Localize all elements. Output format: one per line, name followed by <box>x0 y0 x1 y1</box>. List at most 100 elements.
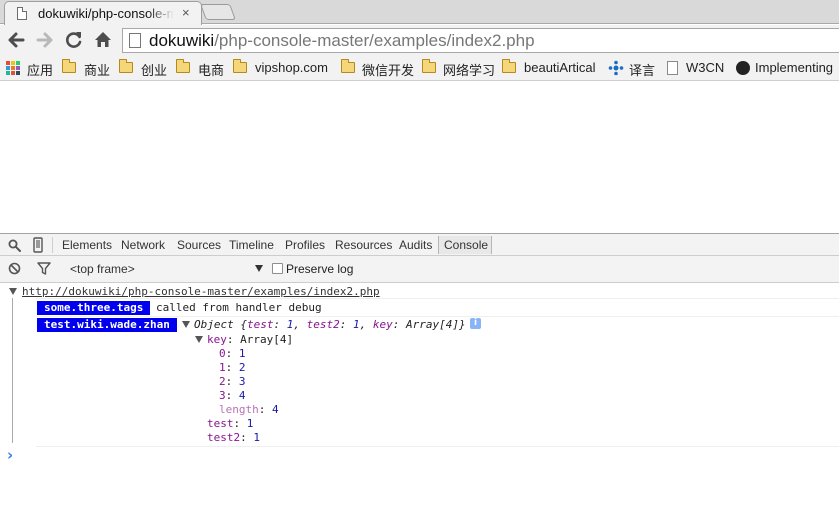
address-bar[interactable]: dokuwiki/php-console-master/examples/ind… <box>122 28 839 53</box>
info-icon[interactable]: i <box>470 318 481 329</box>
tab-elements[interactable]: Elements <box>62 238 112 252</box>
prop-value: 1 <box>246 417 254 430</box>
clear-console-icon[interactable] <box>8 262 21 275</box>
log-tag: some.three.tags <box>37 301 151 315</box>
console-output[interactable]: http://dokuwiki/php-console-master/examp… <box>0 284 839 505</box>
array-item: 0: 1 <box>219 347 246 360</box>
tree-sep: : <box>225 375 239 388</box>
bookmark-label: 应用 <box>27 63 54 78</box>
object-brace-open: { <box>240 318 247 331</box>
array-item: 3: 4 <box>219 389 246 402</box>
tab-timeline[interactable]: Timeline <box>229 238 274 252</box>
prop-name: test <box>207 417 234 430</box>
object-brace-close: } <box>458 318 466 331</box>
object-preview[interactable]: Object {test: 1, test2: 1, key: Array[4]… <box>194 318 466 331</box>
preview-key: test <box>246 318 274 331</box>
inspect-search-icon[interactable] <box>8 239 21 252</box>
array-value: 3 <box>238 375 246 388</box>
preview-key: key <box>372 318 393 331</box>
folder-icon <box>341 59 355 73</box>
browser-tab[interactable]: dokuwiki/php-console-master/examples/ind… <box>4 1 202 25</box>
tab-network[interactable]: Network <box>121 238 165 252</box>
tab-strip: dokuwiki/php-console-master/examples/ind… <box>0 0 839 25</box>
folder-icon <box>233 59 247 73</box>
console-prompt-icon: › <box>7 446 14 464</box>
new-tab-button[interactable] <box>200 4 236 20</box>
filter-icon[interactable] <box>37 262 51 275</box>
log-message: called from handler debug <box>156 301 322 314</box>
site-icon <box>736 61 750 75</box>
group-url-link[interactable]: http://dokuwiki/php-console-master/examp… <box>22 285 380 298</box>
tab-console[interactable]: Console <box>444 238 488 252</box>
reload-icon <box>66 32 82 48</box>
page-icon <box>667 61 678 75</box>
console-input[interactable] <box>22 448 832 464</box>
collapse-group-icon[interactable] <box>9 288 17 295</box>
page-info-icon[interactable] <box>129 33 141 48</box>
array-index: 2 <box>219 375 226 388</box>
bookmark-label: 网络学习 <box>443 63 496 78</box>
tab-audits[interactable]: Audits <box>399 238 432 252</box>
bookmark-label: 电商 <box>198 63 225 78</box>
back-arrow-icon <box>8 32 25 48</box>
preview-comma: , <box>359 318 373 331</box>
tree-sep: : <box>225 347 239 360</box>
preview-sep: : <box>273 318 287 331</box>
tab-resources[interactable]: Resources <box>335 238 392 252</box>
forward-arrow-icon <box>36 32 53 48</box>
folder-icon <box>119 59 133 73</box>
tab-sources[interactable]: Sources <box>177 238 221 252</box>
forward-button[interactable] <box>34 28 56 52</box>
checkbox-box[interactable] <box>272 263 283 274</box>
folder-icon <box>422 59 436 73</box>
tree-key-row: key: Array[4] <box>207 333 293 346</box>
console-filter-bar: <top frame> Preserve log <box>0 256 839 283</box>
url-host: dokuwiki <box>149 31 215 50</box>
frame-selector[interactable]: <top frame> <box>62 261 267 278</box>
bookmark-label: beautiArtical <box>524 60 596 75</box>
chevron-down-icon <box>255 265 263 272</box>
tree-key-name: key <box>207 333 227 346</box>
array-length-value: 4 <box>272 403 279 416</box>
tree-sep: : <box>225 389 239 402</box>
bookmark-label: vipshop.com <box>255 60 328 75</box>
prop-name: test2 <box>207 431 241 444</box>
close-tab-icon[interactable]: × <box>182 5 190 20</box>
home-icon <box>95 32 111 47</box>
row-separator <box>36 316 839 317</box>
array-index: 1 <box>219 361 226 374</box>
array-index: 3 <box>219 389 226 402</box>
array-length-label: length <box>219 403 259 416</box>
device-mode-icon[interactable] <box>33 237 43 253</box>
tab-title: dokuwiki/php-console-master/examples/ind… <box>38 6 174 21</box>
tab-profiles[interactable]: Profiles <box>285 238 325 252</box>
array-item: 2: 3 <box>219 375 246 388</box>
expand-key-icon[interactable] <box>195 336 203 343</box>
expand-object-icon[interactable] <box>182 321 190 328</box>
log-tag: test.wiki.wade.zhan <box>37 318 177 332</box>
bookmarks-bar: 应用 商业 创业 电商 vipshop.com 微信开发 网络学习 beauti… <box>0 56 839 81</box>
bookmark-label: 译言 <box>629 63 656 78</box>
preview-key: test2 <box>306 318 340 331</box>
array-index: 0 <box>219 347 226 360</box>
bookmark-label: 创业 <box>141 63 168 78</box>
back-button[interactable] <box>5 28 27 52</box>
row-separator <box>36 446 839 447</box>
home-button[interactable] <box>92 28 114 52</box>
toolbar-divider <box>52 237 53 253</box>
tree-sep: : <box>240 431 254 444</box>
devtools-toolbar: Elements Network Sources Timeline Profil… <box>0 233 839 256</box>
frame-selector-value: <top frame> <box>70 262 135 276</box>
preview-comma: , <box>293 318 307 331</box>
object-prop: test2: 1 <box>207 431 260 444</box>
page-icon <box>17 7 27 20</box>
array-value: 4 <box>238 389 246 402</box>
preview-value: Array[4] <box>405 318 459 331</box>
reload-button[interactable] <box>63 28 85 52</box>
group-indent-line <box>12 298 13 443</box>
page-viewport[interactable] <box>0 82 839 233</box>
apps-grid-icon <box>6 61 20 75</box>
url-path: /php-console-master/examples/index2.php <box>214 31 535 50</box>
bookmark-label: 微信开发 <box>362 63 415 78</box>
object-preview-prefix: Object <box>194 318 241 331</box>
